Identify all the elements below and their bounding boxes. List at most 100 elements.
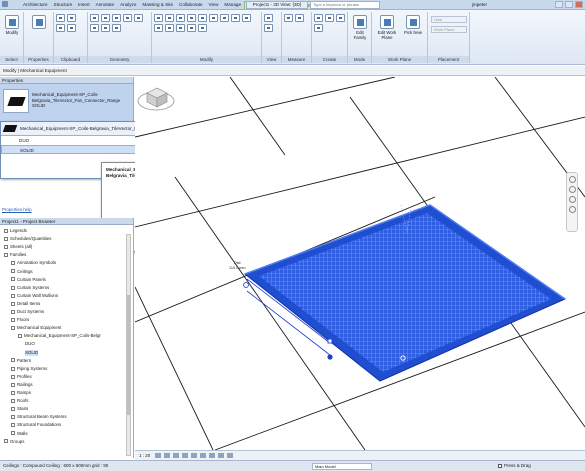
tab-view[interactable]: View [206,1,222,9]
override-icon[interactable] [264,24,273,32]
flip-control-icon[interactable] [243,282,249,288]
edit-family-button[interactable]: Edit Family [350,15,370,40]
reveal-hidden-icon[interactable] [227,453,233,458]
expand-toggle-icon[interactable] [11,398,15,403]
browser-item[interactable]: Ramps [11,390,31,396]
show-crop-icon[interactable] [200,453,206,458]
scrollbar-thumb[interactable] [127,295,130,415]
search-input[interactable]: Type a keyword or phrase [310,1,380,9]
navigation-bar[interactable] [566,172,578,232]
maximize-button[interactable] [565,1,573,8]
sun-path-icon[interactable] [173,453,179,458]
press-drag-toggle[interactable]: Press & Drag [498,461,531,471]
browser-item[interactable]: Curtain Wall Mullions [11,293,58,299]
mirror-icon[interactable] [176,14,185,22]
trim-icon[interactable] [231,14,240,22]
lock-3d-icon[interactable] [209,453,215,458]
offset-icon[interactable] [165,14,174,22]
browser-item[interactable]: Annotation Symbols [11,260,56,266]
grip-handle[interactable] [327,338,333,344]
expand-toggle-icon[interactable] [11,277,15,282]
orbit-icon[interactable] [568,206,576,213]
temporary-hide-icon[interactable] [218,453,224,458]
expand-toggle-icon[interactable] [18,334,22,339]
create-similar-icon[interactable] [314,24,323,32]
expand-toggle-icon[interactable] [11,285,15,290]
expand-toggle-icon[interactable] [11,415,15,420]
create-group-icon[interactable] [336,14,345,22]
user-name[interactable]: jmpeter [472,1,487,9]
crop-view-icon[interactable] [191,453,197,458]
browser-item[interactable]: Sheets (all) [4,244,32,250]
array-icon[interactable] [154,24,163,32]
rotate-icon[interactable] [220,14,229,22]
expand-toggle-icon[interactable] [11,431,15,436]
tab-insert[interactable]: Insert [75,1,93,9]
align-icon[interactable] [154,14,163,22]
paint-icon[interactable] [90,24,99,32]
expand-toggle-icon[interactable] [4,439,8,444]
quick-access-toolbar[interactable] [2,1,8,9]
browser-item[interactable]: Ceilings [11,269,33,275]
shadows-icon[interactable] [182,453,188,458]
browser-item[interactable]: DUO [25,341,35,347]
close-button[interactable] [575,1,583,8]
pin-icon[interactable] [176,24,185,32]
properties-help-link[interactable]: Properties help [2,207,32,212]
browser-item[interactable]: Floors [11,317,29,323]
pan-icon[interactable] [568,196,576,203]
browser-item[interactable]: Families [4,252,26,258]
copy-icon[interactable] [56,24,65,32]
press-drag-checkbox[interactable] [498,463,502,468]
mirror-draw-icon[interactable] [187,14,196,22]
detail-level-icon[interactable] [155,453,161,458]
expand-toggle-icon[interactable] [4,253,8,258]
tab-analyze[interactable]: Analyze [117,1,139,9]
browser-scrollbar[interactable] [126,234,131,456]
expand-toggle-icon[interactable] [11,269,15,274]
tab-structure[interactable]: Structure [51,1,76,9]
expand-toggle-icon[interactable] [4,236,8,241]
browser-item[interactable]: Mechanical Equipment [11,325,61,331]
browser-item[interactable]: Curtain Systems [11,285,49,291]
work-plane-field[interactable]: Work Plane [431,26,467,33]
tab-manage[interactable]: Manage [221,1,244,9]
pick-new-button[interactable]: Pick New [403,15,423,35]
browser-item[interactable]: Railings [11,382,33,388]
copy-modify-icon[interactable] [209,14,218,22]
expand-toggle-icon[interactable] [11,366,15,371]
expand-toggle-icon[interactable] [11,390,15,395]
expand-toggle-icon[interactable] [11,358,15,363]
expand-toggle-icon[interactable] [11,326,15,331]
expand-toggle-icon[interactable] [4,245,8,250]
browser-item[interactable]: Legends [4,228,27,234]
browser-item[interactable]: Groups [4,439,24,445]
wall-joins-icon[interactable] [123,14,132,22]
create-assembly-icon[interactable] [314,14,323,22]
type-selector[interactable]: Mechanical_Equipment-SP_Coils-Belgravia_… [0,84,133,122]
demolish-icon[interactable] [101,24,110,32]
browser-item[interactable]: Structural Beam Systems [11,414,67,420]
expand-toggle-icon[interactable] [11,261,15,266]
split-face-icon[interactable] [134,14,143,22]
expand-toggle-icon[interactable] [11,374,15,379]
hide-icon[interactable] [264,14,273,22]
dimension-icon[interactable] [295,14,304,22]
properties-button[interactable] [29,15,49,30]
visual-style-icon[interactable] [164,453,170,458]
cut-geometry-icon[interactable] [101,14,110,22]
view-scale[interactable]: 1 : 20 [139,453,150,458]
expand-toggle-icon[interactable] [11,301,15,306]
browser-item[interactable]: Structural Foundations [11,422,61,428]
edit-work-plane-button[interactable]: Edit Work Plane [374,15,400,40]
scale-icon[interactable] [165,24,174,32]
active-workset-select[interactable]: Main Model [312,463,372,470]
unjoin-icon[interactable] [112,24,121,32]
browser-item[interactable]: Stairs [11,406,28,412]
expand-toggle-icon[interactable] [11,293,15,298]
cut-icon[interactable] [67,14,76,22]
paste-icon[interactable] [56,14,65,22]
browser-item[interactable]: Pattern [11,358,31,364]
expand-toggle-icon[interactable] [11,317,15,322]
expand-toggle-icon[interactable] [4,228,8,233]
